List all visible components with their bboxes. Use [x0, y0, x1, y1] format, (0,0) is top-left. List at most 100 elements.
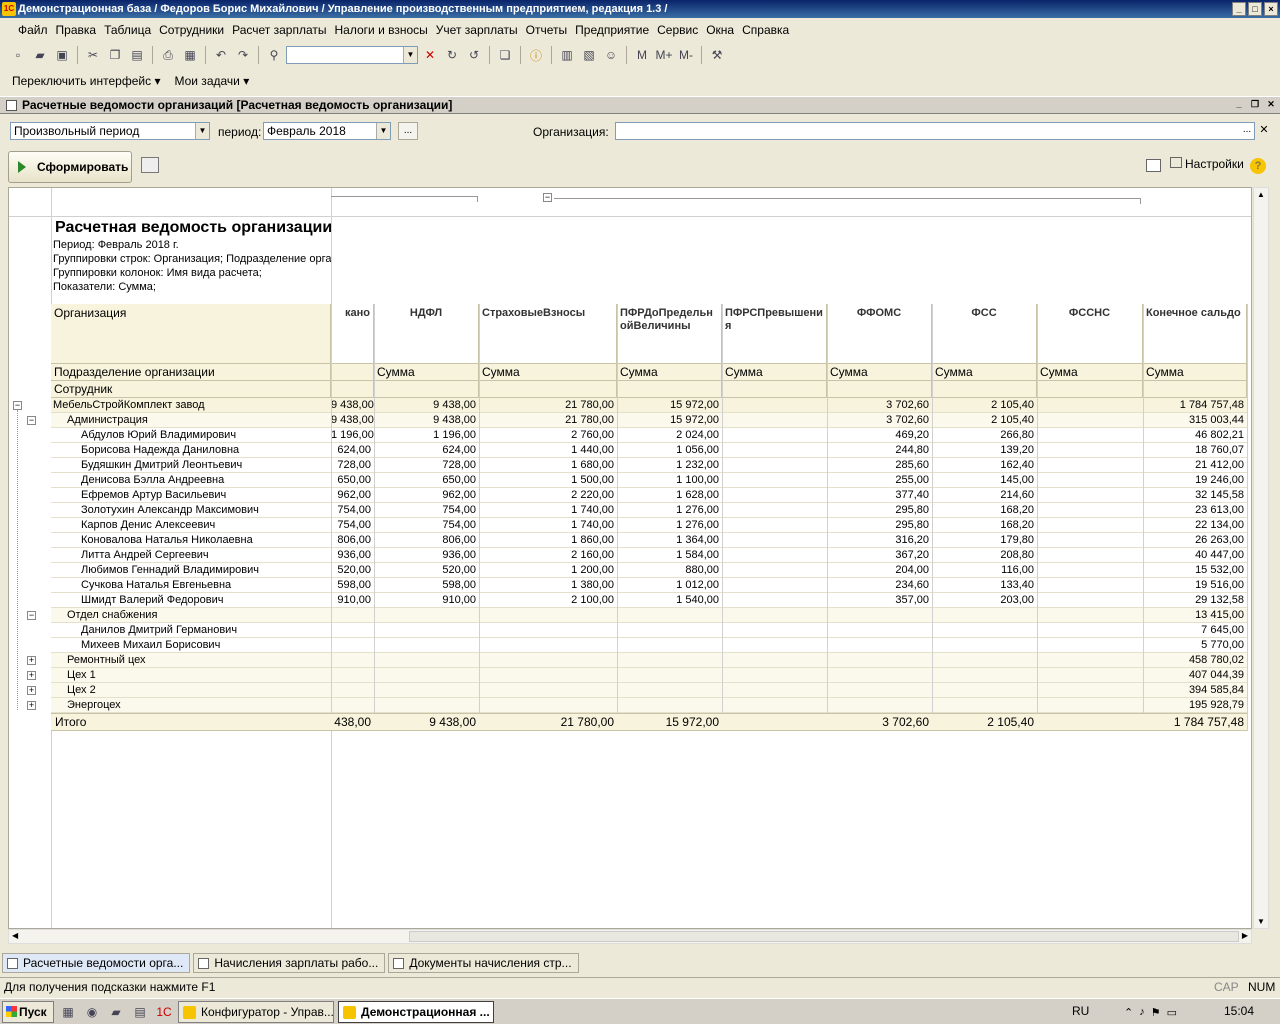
cell-value: 1 500,00	[571, 474, 614, 486]
horizontal-scrollbar[interactable]: ◀ ▶	[8, 929, 1252, 944]
cell-value: 458 780,02	[1188, 654, 1244, 666]
menu-item-6[interactable]: Учет зарплаты	[432, 23, 522, 37]
menu-item-3[interactable]: Сотрудники	[155, 23, 228, 37]
paste-icon[interactable]: ▤	[127, 45, 147, 65]
sound-icon[interactable]: ♪	[1139, 1006, 1145, 1018]
menu-item-0[interactable]: Файл	[14, 23, 52, 37]
expand-icon[interactable]: +	[27, 671, 36, 680]
window-tab-2[interactable]: Документы начисления стр...	[388, 953, 579, 973]
scroll-thumb[interactable]	[409, 931, 1239, 942]
cut-icon[interactable]: ✂	[83, 45, 103, 65]
period-picker-button[interactable]: ...	[398, 122, 418, 140]
maximize-button[interactable]: □	[1248, 2, 1262, 16]
my-tasks-button[interactable]: Мои задачи ▾	[174, 74, 249, 88]
network-icon[interactable]: ▭	[1167, 1006, 1177, 1019]
search-icon[interactable]: ⚲	[264, 45, 284, 65]
scroll-right-icon[interactable]: ▶	[1242, 931, 1248, 940]
scroll-left-icon[interactable]: ◀	[12, 931, 18, 940]
1c-quicklaunch-icon[interactable]: 1С	[154, 1002, 174, 1022]
table-view-icon[interactable]	[1146, 159, 1161, 172]
find-next-icon[interactable]: ↻	[442, 45, 462, 65]
language-indicator[interactable]: RU	[1072, 1004, 1089, 1018]
row-name: Ремонтный цех	[67, 654, 146, 666]
switch-interface-button[interactable]: Переключить интерфейс ▾	[12, 74, 160, 88]
info-icon[interactable]: ⓘ	[526, 45, 546, 65]
close-button[interactable]: ×	[1264, 2, 1278, 16]
measure-label: Сумма	[482, 365, 520, 379]
memory-m-icon[interactable]: M	[632, 45, 652, 65]
start-button[interactable]: Пуск	[2, 1000, 54, 1023]
column-group-collapse-icon[interactable]: −	[543, 193, 552, 202]
generate-button[interactable]: Сформировать	[8, 151, 132, 183]
collapse-icon[interactable]: −	[27, 416, 36, 425]
save-icon[interactable]: ▣	[52, 45, 72, 65]
doc-restore-button[interactable]: ❐	[1248, 98, 1262, 112]
redo-icon[interactable]: ↷	[233, 45, 253, 65]
menu-item-7[interactable]: Отчеты	[522, 23, 571, 37]
preview-icon[interactable]: ▦	[180, 45, 200, 65]
explorer-icon[interactable]: ▰	[106, 1002, 126, 1022]
calculator-icon[interactable]: ▥	[557, 45, 577, 65]
scroll-up-icon[interactable]: ▲	[1257, 190, 1265, 199]
print-settings-icon[interactable]	[141, 157, 159, 173]
tools-icon[interactable]: ⚒	[707, 45, 727, 65]
taskbar-item-demo[interactable]: Демонстрационная ...	[338, 1000, 494, 1023]
chevron-down-icon[interactable]: ▼	[195, 123, 209, 139]
flag-icon[interactable]: ⚑	[1151, 1006, 1161, 1019]
memory-minus-icon[interactable]: M-	[676, 45, 696, 65]
menu-item-9[interactable]: Сервис	[653, 23, 702, 37]
expand-icon[interactable]: +	[27, 656, 36, 665]
notepad-icon[interactable]: ▤	[130, 1002, 150, 1022]
org-clear-button[interactable]: ✕	[1257, 123, 1271, 139]
scroll-down-icon[interactable]: ▼	[1257, 917, 1265, 926]
print-icon[interactable]: ⎙	[158, 45, 178, 65]
status-bar: Для получения подсказки нажмите F1 CAP N…	[0, 977, 1280, 995]
cell-value: 3 702,60	[886, 414, 929, 426]
window-tab-0[interactable]: Расчетные ведомости орга...	[2, 953, 191, 973]
menu-item-11[interactable]: Справка	[738, 23, 793, 37]
help-icon[interactable]: ?	[1250, 158, 1266, 174]
copy-icon[interactable]: ❐	[105, 45, 125, 65]
search-input[interactable]: ▼	[286, 46, 418, 64]
expand-icon[interactable]: +	[27, 686, 36, 695]
browser-icon[interactable]: ◉	[82, 1002, 102, 1022]
minimize-button[interactable]: _	[1232, 2, 1246, 16]
calendar-icon[interactable]: ▧	[579, 45, 599, 65]
windows-icon[interactable]: ❏	[495, 45, 515, 65]
menu-item-1[interactable]: Правка	[52, 23, 101, 37]
total-value: 3 702,60	[882, 715, 929, 729]
find-prev-icon[interactable]: ↺	[464, 45, 484, 65]
org-picker-button[interactable]: ...	[1240, 123, 1254, 139]
new-doc-icon[interactable]: ▫	[8, 45, 28, 65]
doc-close-button[interactable]: ✕	[1264, 98, 1278, 112]
org-input[interactable]	[615, 122, 1255, 140]
menu-item-5[interactable]: Налоги и взносы	[331, 23, 432, 37]
menu-item-8[interactable]: Предприятие	[571, 23, 653, 37]
document-title: Расчетные ведомости организаций [Расчетн…	[22, 98, 453, 112]
period-select[interactable]: Февраль 2018 ▼	[263, 122, 391, 140]
taskbar-item-configurator[interactable]: Конфигуратор - Управ...	[178, 1000, 334, 1023]
report-spreadsheet[interactable]: − Расчетная ведомость организации Период: …	[8, 187, 1252, 929]
quicklaunch-icon[interactable]: ▦	[58, 1002, 78, 1022]
vertical-scrollbar[interactable]: ▲ ▼	[1253, 187, 1269, 929]
chevron-down-icon[interactable]: ▼	[376, 123, 390, 139]
collapse-icon[interactable]: −	[27, 611, 36, 620]
period-type-select[interactable]: Произвольный период ▼	[10, 122, 210, 140]
menu-item-10[interactable]: Окна	[702, 23, 738, 37]
open-folder-icon[interactable]: ▰	[30, 45, 50, 65]
report-meta-line: Период: Февраль 2018 г.	[53, 239, 179, 251]
doc-minimize-button[interactable]: _	[1232, 98, 1246, 112]
keyboard-icon[interactable]	[1097, 1003, 1119, 1021]
settings-button[interactable]: Настройки	[1170, 157, 1244, 171]
collapse-icon[interactable]: −	[13, 401, 22, 410]
clear-search-icon[interactable]: ✕	[420, 45, 440, 65]
menu-item-2[interactable]: Таблица	[100, 23, 155, 37]
chevron-down-icon[interactable]: ▼	[403, 47, 417, 63]
menu-item-4[interactable]: Расчет зарплаты	[228, 23, 330, 37]
window-tab-1[interactable]: Начисления зарплаты рабо...	[193, 953, 386, 973]
expand-icon[interactable]: +	[27, 701, 36, 710]
tray-expand-icon[interactable]: ⌃	[1124, 1006, 1133, 1019]
undo-icon[interactable]: ↶	[211, 45, 231, 65]
memory-plus-icon[interactable]: M+	[654, 45, 674, 65]
users-icon[interactable]: ☺	[601, 45, 621, 65]
